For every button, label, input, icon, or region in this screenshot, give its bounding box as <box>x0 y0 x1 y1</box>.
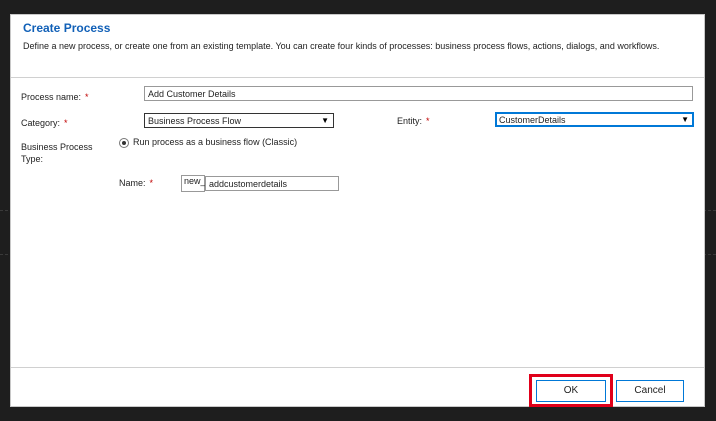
category-select[interactable]: Business Process Flow ▼ <box>144 113 334 128</box>
process-type-option[interactable]: Run process as a business flow (Classic) <box>133 137 297 147</box>
chevron-down-icon: ▼ <box>681 115 689 124</box>
name-input[interactable]: addcustomerdetails <box>205 176 339 191</box>
name-label: Name: * <box>119 178 154 188</box>
name-prefix: new_ <box>181 175 206 192</box>
required-marker: * <box>85 92 89 102</box>
radio-icon[interactable] <box>119 138 129 148</box>
cancel-button[interactable]: Cancel <box>616 380 684 402</box>
process-name-label: Process name: * <box>21 92 89 102</box>
process-name-input[interactable]: Add Customer Details <box>144 86 693 101</box>
ok-button-highlight <box>529 374 613 407</box>
dialog-header: Create Process Define a new process, or … <box>11 15 704 78</box>
radio-selected-dot <box>122 141 126 145</box>
entity-value: CustomerDetails <box>499 115 566 125</box>
process-type-label: Business Process Type: <box>21 142 93 164</box>
entity-select[interactable]: CustomerDetails ▼ <box>495 112 694 127</box>
entity-label: Entity: * <box>397 116 430 126</box>
create-process-dialog: Create Process Define a new process, or … <box>10 14 705 407</box>
required-marker: * <box>64 118 68 128</box>
dialog-title: Create Process <box>23 21 111 35</box>
required-marker: * <box>149 178 154 188</box>
category-label: Category: * <box>21 118 68 128</box>
chevron-down-icon: ▼ <box>321 116 329 125</box>
category-value: Business Process Flow <box>148 116 242 126</box>
dialog-subtitle: Define a new process, or create one from… <box>23 41 660 51</box>
dialog-footer-divider <box>11 367 704 368</box>
required-marker: * <box>426 116 430 126</box>
